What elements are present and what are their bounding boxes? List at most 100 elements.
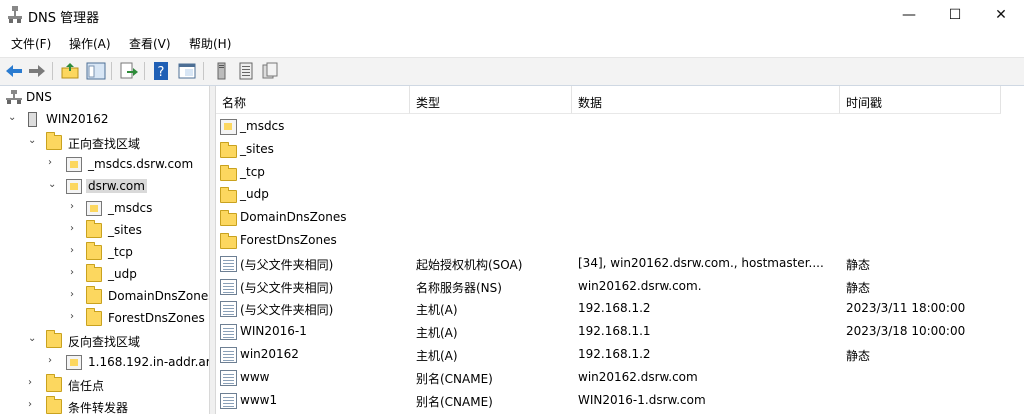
table-row[interactable]: (与父文件夹相同) 主机(A) 192.168.1.2 2023/3/11 18:00… <box>216 298 1024 320</box>
menu-view[interactable]: 查看(V) <box>128 35 172 52</box>
title-bar: DNS 管理器 — ☐ ✕ <box>0 0 1024 30</box>
column-header-name[interactable]: 名称 <box>216 86 410 114</box>
folder-icon <box>86 264 102 282</box>
toolbar-separator <box>203 62 204 80</box>
tree-item-sub-forestdnszones[interactable]: › ForestDnsZones <box>0 308 209 330</box>
zone-icon <box>220 119 237 135</box>
table-row[interactable]: (与父文件夹相同) 起始授权机构(SOA) [34], win20162.dsrw.… <box>216 253 1024 275</box>
tree-item-label: _msdcs <box>108 201 153 215</box>
toolbar-separator <box>144 62 145 80</box>
record-icon <box>220 393 237 409</box>
copy-icon[interactable] <box>260 61 280 81</box>
back-icon[interactable] <box>4 61 24 81</box>
table-row[interactable]: www 别名(CNAME) win20162.dsrw.com <box>216 367 1024 389</box>
chevron-down-icon[interactable]: ⌄ <box>48 180 58 190</box>
forward-icon[interactable] <box>27 61 47 81</box>
help-icon[interactable]: ? <box>152 61 172 81</box>
chevron-right-icon[interactable]: › <box>48 356 58 366</box>
folder-icon <box>46 330 62 348</box>
show-tree-icon[interactable] <box>86 61 106 81</box>
tree-item-label: 正向查找区域 <box>68 137 141 151</box>
list-icon[interactable] <box>236 61 256 81</box>
cell-ts: 静态 <box>846 349 871 363</box>
tree-item-label: DomainDnsZones <box>108 289 209 303</box>
tree-item-dns[interactable]: DNS <box>0 87 209 109</box>
tree-item-conditional-forwarders[interactable]: › 条件转发器 <box>0 396 209 414</box>
close-button[interactable]: ✕ <box>978 0 1024 30</box>
column-header-label: 数据 <box>578 96 603 110</box>
tree-item-sub-tcp[interactable]: › _tcp <box>0 242 209 264</box>
properties-icon[interactable] <box>177 61 197 81</box>
tree-item-label: dsrw.com <box>86 179 147 193</box>
tree-item-label: _msdcs.dsrw.com <box>88 157 194 171</box>
server-icon <box>28 112 37 127</box>
window-title: DNS 管理器 <box>28 11 100 26</box>
tree-item-reverse-zones[interactable]: ⌄ 反向查找区域 <box>0 330 209 352</box>
folder-icon <box>46 374 62 392</box>
chevron-right-icon[interactable]: › <box>70 268 80 278</box>
record-icon <box>220 324 237 340</box>
chevron-right-icon[interactable]: › <box>28 400 38 410</box>
folder-icon <box>220 233 237 249</box>
tree-item-sub-msdcs[interactable]: › _msdcs <box>0 198 209 220</box>
cell-name: www1 <box>240 393 278 407</box>
table-row[interactable]: win20162 主机(A) 192.168.1.2 静态 <box>216 344 1024 366</box>
cell-type: 主机(A) <box>416 326 458 340</box>
menu-action[interactable]: 操作(A) <box>68 35 112 52</box>
tree-item-sub-domaindnszones[interactable]: › DomainDnsZones <box>0 286 209 308</box>
cell-type: 主机(A) <box>416 349 458 363</box>
chevron-right-icon[interactable]: › <box>70 224 80 234</box>
table-row[interactable]: _udp <box>216 184 1024 206</box>
folder-icon <box>220 142 237 158</box>
chevron-right-icon[interactable]: › <box>48 158 58 168</box>
column-header-timestamp[interactable]: 时间戳 <box>840 86 1001 114</box>
folder-icon <box>86 308 102 326</box>
table-row[interactable]: ForestDnsZones <box>216 230 1024 252</box>
table-row[interactable]: _msdcs <box>216 116 1024 138</box>
table-row[interactable]: _tcp <box>216 162 1024 184</box>
cell-name: (与父文件夹相同) <box>240 303 334 317</box>
chevron-right-icon[interactable]: › <box>70 246 80 256</box>
chevron-down-icon[interactable]: ⌄ <box>28 334 38 344</box>
cell-name: (与父文件夹相同) <box>240 281 334 295</box>
table-row[interactable]: _sites <box>216 139 1024 161</box>
minimize-button[interactable]: — <box>886 0 932 30</box>
tree-item-label: 信任点 <box>68 379 105 393</box>
maximize-button[interactable]: ☐ <box>932 0 978 30</box>
cell-ts: 静态 <box>846 258 871 272</box>
up-folder-icon[interactable] <box>60 61 80 81</box>
export-icon[interactable] <box>119 61 139 81</box>
table-row[interactable]: (与父文件夹相同) 名称服务器(NS) win20162.dsrw.com. 静态 <box>216 276 1024 298</box>
chevron-right-icon[interactable]: › <box>70 312 80 322</box>
tree-item-server[interactable]: ⌄ WIN20162 <box>0 109 209 131</box>
record-icon <box>220 347 237 363</box>
cell-type: 起始授权机构(SOA) <box>416 258 523 272</box>
cell-name: _msdcs <box>240 119 285 133</box>
pane-splitter[interactable] <box>209 86 216 414</box>
table-row[interactable]: WIN2016-1 主机(A) 192.168.1.1 2023/3/18 10:00… <box>216 321 1024 343</box>
tree-item-zone-msdcs[interactable]: › _msdcs.dsrw.com <box>0 154 209 176</box>
tree-item-reverse-zone[interactable]: › 1.168.192.in-addr.arpa <box>0 352 209 374</box>
menu-file[interactable]: 文件(F) <box>10 35 52 52</box>
server-icon[interactable] <box>212 61 232 81</box>
table-row[interactable]: www1 别名(CNAME) WIN2016-1.dsrw.com <box>216 390 1024 412</box>
tree-item-sub-udp[interactable]: › _udp <box>0 264 209 286</box>
column-header-data[interactable]: 数据 <box>572 86 840 114</box>
tree-item-sub-sites[interactable]: › _sites <box>0 220 209 242</box>
chevron-down-icon[interactable]: ⌄ <box>8 113 18 123</box>
chevron-right-icon[interactable]: › <box>70 290 80 300</box>
chevron-right-icon[interactable]: › <box>28 378 38 388</box>
column-header-type[interactable]: 类型 <box>410 86 572 114</box>
cell-name: win20162 <box>240 347 299 361</box>
tree-item-forward-zones[interactable]: ⌄ 正向查找区域 <box>0 132 209 154</box>
tree-item-zone-dsrw[interactable]: ⌄ dsrw.com <box>0 176 209 198</box>
menu-help[interactable]: 帮助(H) <box>188 35 232 52</box>
column-header-label: 类型 <box>416 96 441 110</box>
table-row[interactable]: DomainDnsZones <box>216 207 1024 229</box>
tree-item-trust-points[interactable]: › 信任点 <box>0 374 209 396</box>
menu-bar: 文件(F) 操作(A) 查看(V) 帮助(H) <box>0 32 1024 54</box>
cell-data: win20162.dsrw.com. <box>578 279 702 293</box>
cell-name: www <box>240 370 270 384</box>
chevron-right-icon[interactable]: › <box>70 202 80 212</box>
chevron-down-icon[interactable]: ⌄ <box>28 136 38 146</box>
